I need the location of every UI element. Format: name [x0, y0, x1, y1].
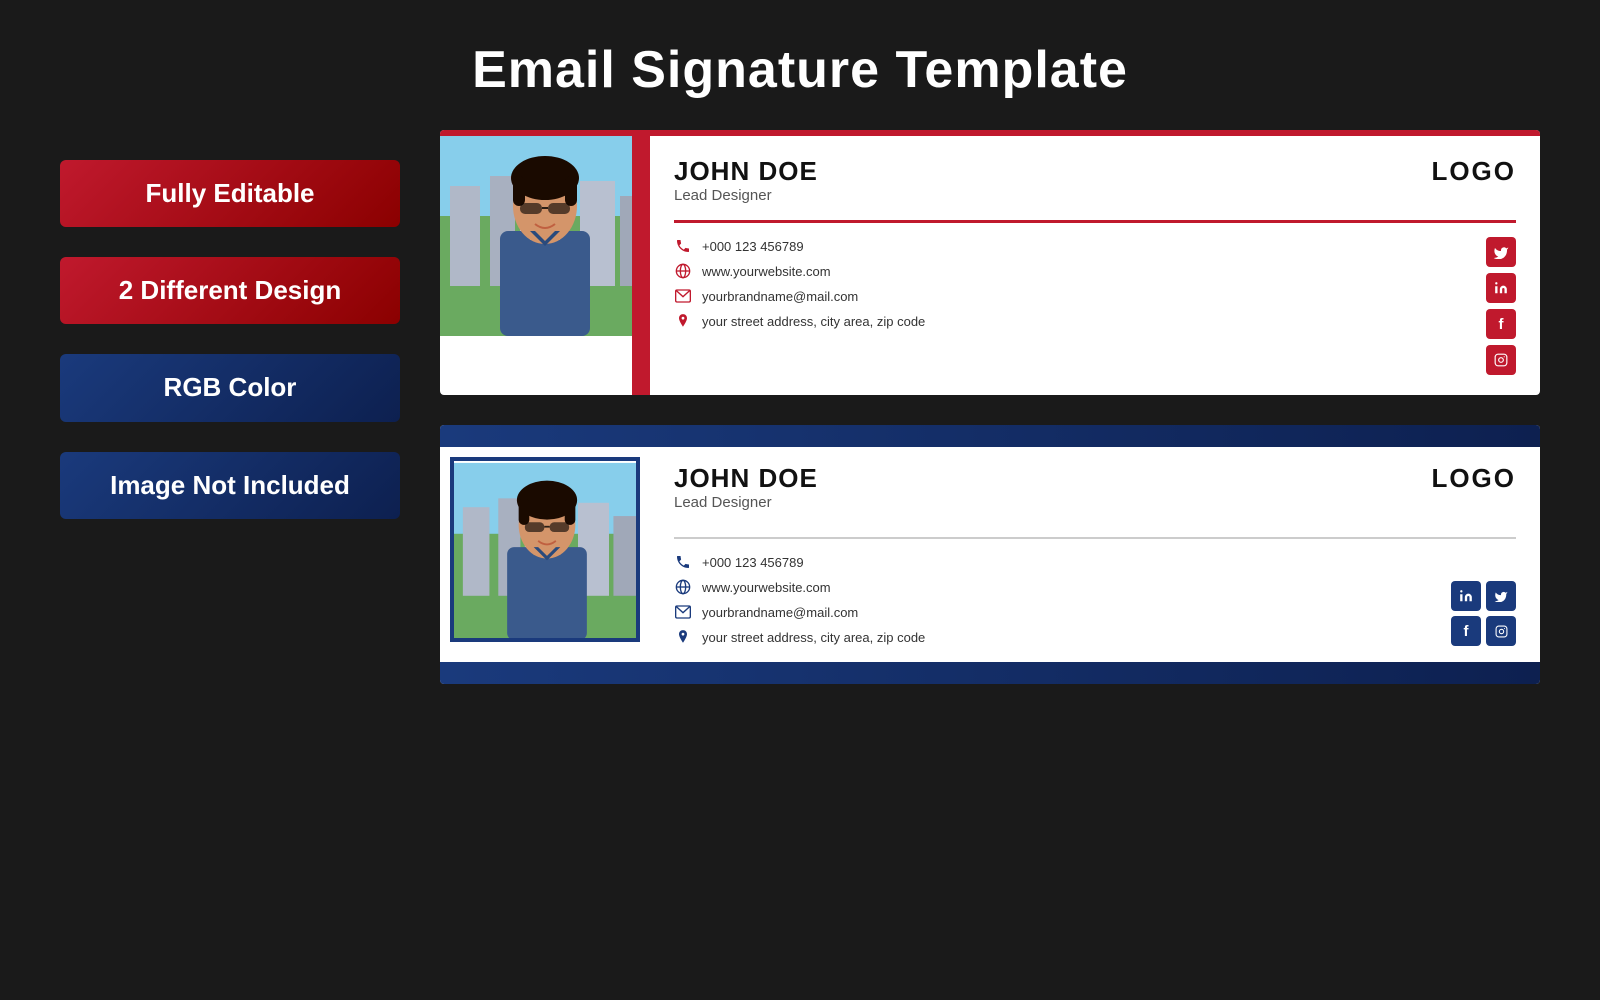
- sig2-logo: LOGO: [1431, 463, 1516, 494]
- sig2-top-bar: [440, 425, 1540, 447]
- signature-previews: JOHN DOE Lead Designer LOGO: [400, 130, 1540, 684]
- sig1-divider: [674, 220, 1516, 223]
- sig2-body: JOHN DOE Lead Designer LOGO: [440, 447, 1540, 662]
- sig2-name: JOHN DOE: [674, 463, 818, 494]
- badge-image-not-included: Image Not Included: [60, 452, 400, 519]
- sig1-name-row: JOHN DOE Lead Designer LOGO: [674, 156, 1516, 216]
- sig1-email: yourbrandname@mail.com: [674, 287, 925, 305]
- sig1-logo: LOGO: [1431, 156, 1516, 187]
- sig1-contact-items: +000 123 456789 ww: [674, 237, 925, 330]
- email-icon: [674, 287, 692, 305]
- sig1-instagram-icon: [1486, 345, 1516, 375]
- signature-card-2: JOHN DOE Lead Designer LOGO: [440, 425, 1540, 684]
- sig1-address: your street address, city area, zip code: [674, 312, 925, 330]
- sig1-title: Lead Designer: [674, 187, 818, 204]
- sig2-name-row: JOHN DOE Lead Designer LOGO: [674, 463, 1516, 523]
- sig1-facebook-icon: f: [1486, 309, 1516, 339]
- web-icon-blue: [674, 578, 692, 596]
- badge-rgb-color: RGB Color: [60, 354, 400, 421]
- sig1-contacts: +000 123 456789 ww: [674, 237, 1516, 375]
- sig2-phone-text: +000 123 456789: [702, 555, 804, 570]
- sig1-twitter-icon: [1486, 237, 1516, 267]
- sig1-photo: [440, 136, 650, 336]
- sig2-linkedin-icon: [1451, 581, 1481, 611]
- location-icon: [674, 312, 692, 330]
- sig2-email: yourbrandname@mail.com: [674, 603, 925, 621]
- sig2-social-icons: f: [1451, 581, 1516, 646]
- feature-badges: Fully Editable 2 Different Design RGB Co…: [60, 130, 400, 684]
- sig2-website: www.yourwebsite.com: [674, 578, 925, 596]
- sig2-title: Lead Designer: [674, 494, 818, 511]
- page-title: Email Signature Template: [0, 0, 1600, 130]
- sig2-twitter-icon: [1486, 581, 1516, 611]
- sig2-website-text: www.yourwebsite.com: [702, 580, 831, 595]
- sig2-bottom-bar: [440, 662, 1540, 684]
- sig2-photo-wrapper: [440, 447, 650, 662]
- sig2-email-text: yourbrandname@mail.com: [702, 605, 858, 620]
- sig2-divider: [674, 537, 1516, 539]
- sig1-info: JOHN DOE Lead Designer LOGO: [650, 136, 1540, 395]
- sig1-website: www.yourwebsite.com: [674, 262, 925, 280]
- sig1-linkedin-icon: [1486, 273, 1516, 303]
- sig2-phone: +000 123 456789: [674, 553, 925, 571]
- email-icon-blue: [674, 603, 692, 621]
- sig2-address-text: your street address, city area, zip code: [702, 630, 925, 645]
- phone-icon-blue: [674, 553, 692, 571]
- sig2-facebook-icon: f: [1451, 616, 1481, 646]
- signature-card-1: JOHN DOE Lead Designer LOGO: [440, 130, 1540, 395]
- sig2-contact-items: +000 123 456789 ww: [674, 553, 925, 646]
- sig2-info: JOHN DOE Lead Designer LOGO: [650, 447, 1540, 662]
- sig1-address-text: your street address, city area, zip code: [702, 314, 925, 329]
- sig1-name: JOHN DOE: [674, 156, 818, 187]
- sig2-address: your street address, city area, zip code: [674, 628, 925, 646]
- main-layout: Fully Editable 2 Different Design RGB Co…: [0, 130, 1600, 684]
- sig1-red-stripe: [632, 136, 650, 395]
- sig1-email-text: yourbrandname@mail.com: [702, 289, 858, 304]
- sig2-contacts: +000 123 456789 ww: [674, 553, 1516, 646]
- sig1-photo-wrapper: [440, 136, 650, 395]
- sig2-instagram-icon: [1486, 616, 1516, 646]
- sig1-social-icons: f: [1486, 237, 1516, 375]
- sig1-phone-text: +000 123 456789: [702, 239, 804, 254]
- sig1-website-text: www.yourwebsite.com: [702, 264, 831, 279]
- web-icon: [674, 262, 692, 280]
- sig2-photo: [450, 457, 640, 642]
- location-icon-blue: [674, 628, 692, 646]
- sig1-body: JOHN DOE Lead Designer LOGO: [440, 136, 1540, 395]
- sig1-phone: +000 123 456789: [674, 237, 925, 255]
- badge-different-design: 2 Different Design: [60, 257, 400, 324]
- phone-icon: [674, 237, 692, 255]
- badge-fully-editable: Fully Editable: [60, 160, 400, 227]
